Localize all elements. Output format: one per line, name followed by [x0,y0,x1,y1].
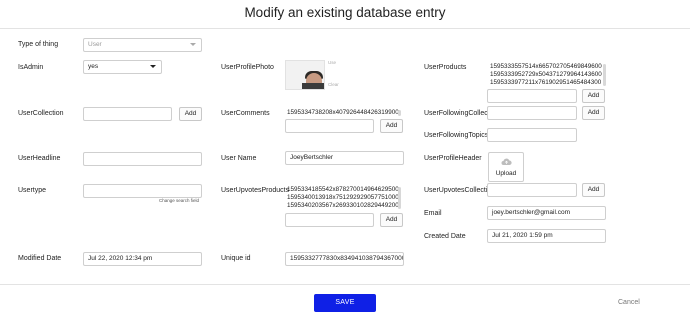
user-profile-header-label: UserProfileHeader [424,155,482,162]
list-item[interactable]: 1595334738208x407926448426319900 [287,109,399,117]
user-headline-input[interactable] [83,152,202,166]
user-following-collect-label: UserFollowingCollect... [424,110,496,117]
user-upvotes-collecti-add-button[interactable]: Add [582,183,605,197]
photo-use-link[interactable]: Use [328,60,336,65]
list-item[interactable]: 1595340203567x269330102829449200 [287,202,399,210]
user-name-input[interactable]: JoeyBertschler [285,151,404,165]
user-products-add-button[interactable]: Add [582,89,605,103]
user-collection-label: UserCollection [18,110,64,117]
modified-date-input[interactable]: Jul 22, 2020 12:34 pm [83,252,202,266]
chevron-down-icon [150,65,156,68]
user-products-scrollbar[interactable] [603,64,606,86]
type-of-thing-select[interactable]: User [83,38,202,52]
header-divider [0,28,690,29]
list-item[interactable]: 1595333977211x761902951465484300 [490,79,602,87]
user-profile-photo-label: UserProfilePhoto [221,64,274,71]
list-item[interactable]: 1595340013918x751292929057751000 [287,194,399,202]
user-following-topics-label: UserFollowingTopics [424,132,489,139]
cancel-button[interactable]: Cancel [618,299,640,306]
upload-button[interactable]: Upload [488,152,524,182]
user-following-collect-input[interactable] [487,106,577,120]
user-comments-label: UserComments [221,110,270,117]
user-upvotes-products-scrollbar[interactable] [398,187,401,209]
user-following-collect-add-button[interactable]: Add [582,106,605,120]
isadmin-value: yes [88,63,99,70]
photo-shirt [302,83,324,89]
photo-clear-link[interactable]: Clear [328,82,339,87]
user-following-topics-input[interactable] [487,128,577,142]
isadmin-select[interactable]: yes [83,60,162,74]
user-name-label: User Name [221,155,257,162]
unique-id-label: Unique id [221,255,251,262]
isadmin-label: IsAdmin [18,64,44,71]
modify-entry-modal: Modify an existing database entry Type o… [0,0,690,324]
footer-divider [0,284,690,285]
email-input[interactable]: joey.bertschler@gmail.com [487,206,606,220]
user-upvotes-collecti-label: UserUpvotesCollecti... [424,187,494,194]
upload-label: Upload [495,170,517,177]
change-search-field-link[interactable]: Change search field [159,198,199,203]
type-of-thing-value: User [88,41,102,48]
user-headline-label: UserHeadline [18,155,61,162]
profile-photo-thumbnail[interactable] [285,60,325,90]
unique-id-input[interactable]: 1595332777830x834941038794367000 [285,252,404,266]
user-products-label: UserProducts [424,64,467,71]
user-products-input[interactable] [487,89,577,103]
chevron-down-icon [190,43,196,46]
user-products-list: 1595333557514x665702705469849600 1595333… [490,63,602,87]
modal-title: Modify an existing database entry [244,5,446,20]
user-upvotes-products-add-button[interactable]: Add [380,213,403,227]
cloud-upload-icon [501,158,512,165]
user-comments-scrollbar[interactable] [398,110,401,116]
user-comments-input[interactable] [285,119,374,133]
type-of-thing-label: Type of thing [18,41,59,48]
user-comments-add-button[interactable]: Add [380,119,403,133]
user-upvotes-products-input[interactable] [285,213,374,227]
user-collection-add-button[interactable]: Add [179,107,202,121]
created-date-input[interactable]: Jul 21, 2020 1:59 pm [487,229,606,243]
created-date-label: Created Date [424,233,466,240]
usertype-label: Usertype [18,187,47,194]
list-item[interactable]: 1595333557514x665702705469849600 [490,63,602,71]
user-upvotes-products-list: 1595334185542x878270014964629500 1595340… [287,186,399,210]
email-label: Email [424,210,442,217]
list-item[interactable]: 1595333952729x504371279964143600 [490,71,602,79]
user-comments-list: 1595334738208x407926448426319900 [287,109,399,117]
user-upvotes-collecti-input[interactable] [487,183,577,197]
list-item[interactable]: 1595334185542x878270014964629500 [287,186,399,194]
save-button[interactable]: SAVE [314,294,376,312]
usertype-input[interactable] [83,184,202,198]
user-upvotes-products-label: UserUpvotesProducts [221,187,290,194]
modified-date-label: Modified Date [18,255,62,262]
user-collection-input[interactable] [83,107,172,121]
